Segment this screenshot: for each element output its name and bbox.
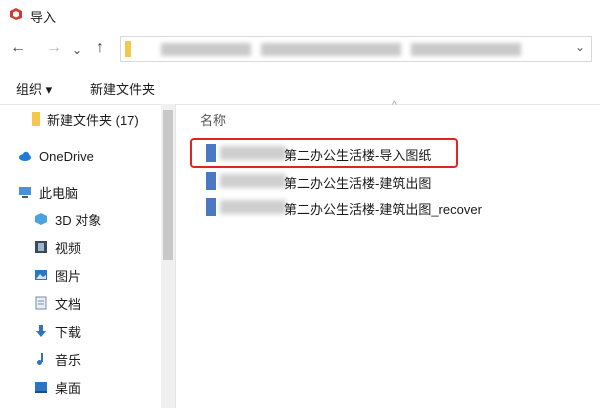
forward-button[interactable]: → [46,40,62,56]
nav-item-music[interactable]: 音乐 [34,348,81,370]
nav-item-this-pc[interactable]: 此电脑 [18,181,78,203]
cloud-icon [19,151,31,161]
music-icon [37,353,43,365]
title-bar: 导入 [0,0,600,30]
nav-item-desktop[interactable]: 桌面 [34,376,81,398]
computer-icon [19,187,31,198]
chevron-down-icon[interactable]: ⌄ [575,40,585,54]
nav-item-label: 图片 [55,268,82,284]
sort-arrow-icon: ^ [392,100,397,111]
folder-icon [125,41,131,57]
new-folder-button[interactable]: 新建文件夹 [90,79,155,98]
nav-item-label: 视频 [55,240,82,256]
nav-item-3d-objects[interactable]: 3D 对象 [34,208,101,230]
nav-item-pictures[interactable]: 图片 [34,264,81,286]
sketchup-icon [10,8,22,20]
nav-item-new-folder[interactable]: 新建文件夹 (17) [18,108,139,130]
video-icon [35,241,47,253]
desktop-icon [35,382,47,393]
address-path-field[interactable]: ⌄ [120,36,592,62]
nav-scrollbar-thumb[interactable] [163,110,173,260]
nav-item-label: 下载 [55,324,82,340]
up-button[interactable]: ↑ [96,40,104,56]
redacted-text [220,200,286,214]
file-icon [206,198,216,216]
nav-item-label: OneDrive [39,148,94,164]
recent-locations-icon[interactable]: ⌄ [72,42,82,58]
nav-item-label: 新建文件夹 (17) [47,112,139,128]
nav-item-label: 音乐 [55,352,82,368]
organize-button[interactable]: 组织 ▾ [16,79,52,98]
column-header-name[interactable]: 名称 [200,110,226,129]
file-row[interactable]: 第二办公生活楼-建筑出图_recover [196,196,496,218]
nav-item-videos[interactable]: 视频 [34,236,81,258]
folder-icon [32,112,40,126]
nav-item-label: 3D 对象 [55,212,102,228]
pictures-icon [35,270,47,280]
file-name: 第二办公生活楼-建筑出图_recover [284,202,482,217]
nav-item-label: 此电脑 [39,185,79,201]
file-icon [206,172,216,190]
3d-objects-icon [35,213,47,225]
file-name: 第二办公生活楼-建筑出图 [284,176,432,191]
nav-item-documents[interactable]: 文档 [34,292,81,314]
redacted-path [261,43,401,56]
window-title: 导入 [30,10,57,25]
documents-icon [35,296,47,310]
redacted-path [161,43,251,56]
nav-item-label: 桌面 [55,380,82,396]
redacted-path [411,43,521,56]
download-icon [36,325,46,337]
nav-item-onedrive[interactable]: OneDrive [18,145,94,167]
nav-item-label: 文档 [55,296,82,312]
redacted-text [220,174,286,188]
nav-item-downloads[interactable]: 下载 [34,320,81,342]
file-row[interactable]: 第二办公生活楼-建筑出图 [196,170,496,192]
highlight-box [190,138,458,168]
back-button[interactable]: ← [10,40,26,56]
command-bar: 组织 ▾ 新建文件夹 [0,68,600,105]
